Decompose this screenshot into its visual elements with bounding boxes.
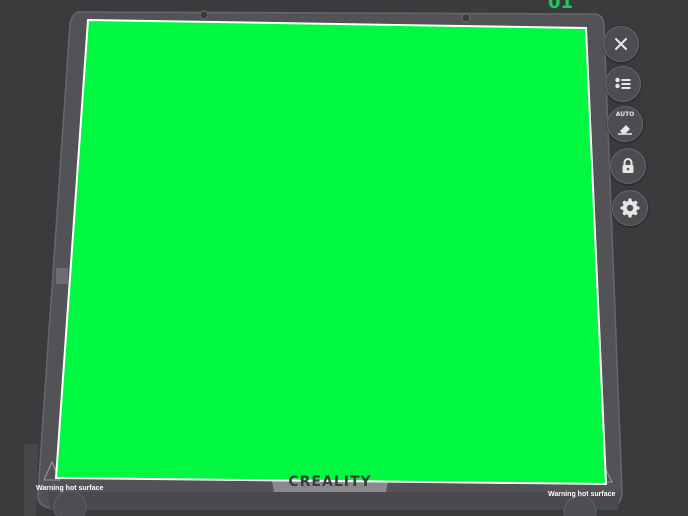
auto-arrange-button[interactable]: AUTO [607,106,643,142]
close-button[interactable] [603,26,639,62]
settings-button[interactable] [612,190,648,226]
auto-arrange-icon [618,125,632,135]
3d-viewport[interactable]: 01 CREALITY Warning hot surface Warning … [0,0,688,516]
warning-label-right: Warning hot surface [548,491,616,498]
build-plate [24,10,623,516]
lock-icon [622,158,634,173]
print-area [54,18,608,486]
object-list-button[interactable] [605,66,641,102]
layer-indicator: 01 [548,0,574,13]
object-list-icon [615,77,631,89]
warning-label-left: Warning hot surface [36,485,104,492]
auto-label: AUTO [615,111,635,118]
gear-icon [620,198,640,218]
lock-button[interactable] [610,148,646,184]
close-icon [615,38,627,50]
plate-brand-label: CREALITY [288,474,372,490]
